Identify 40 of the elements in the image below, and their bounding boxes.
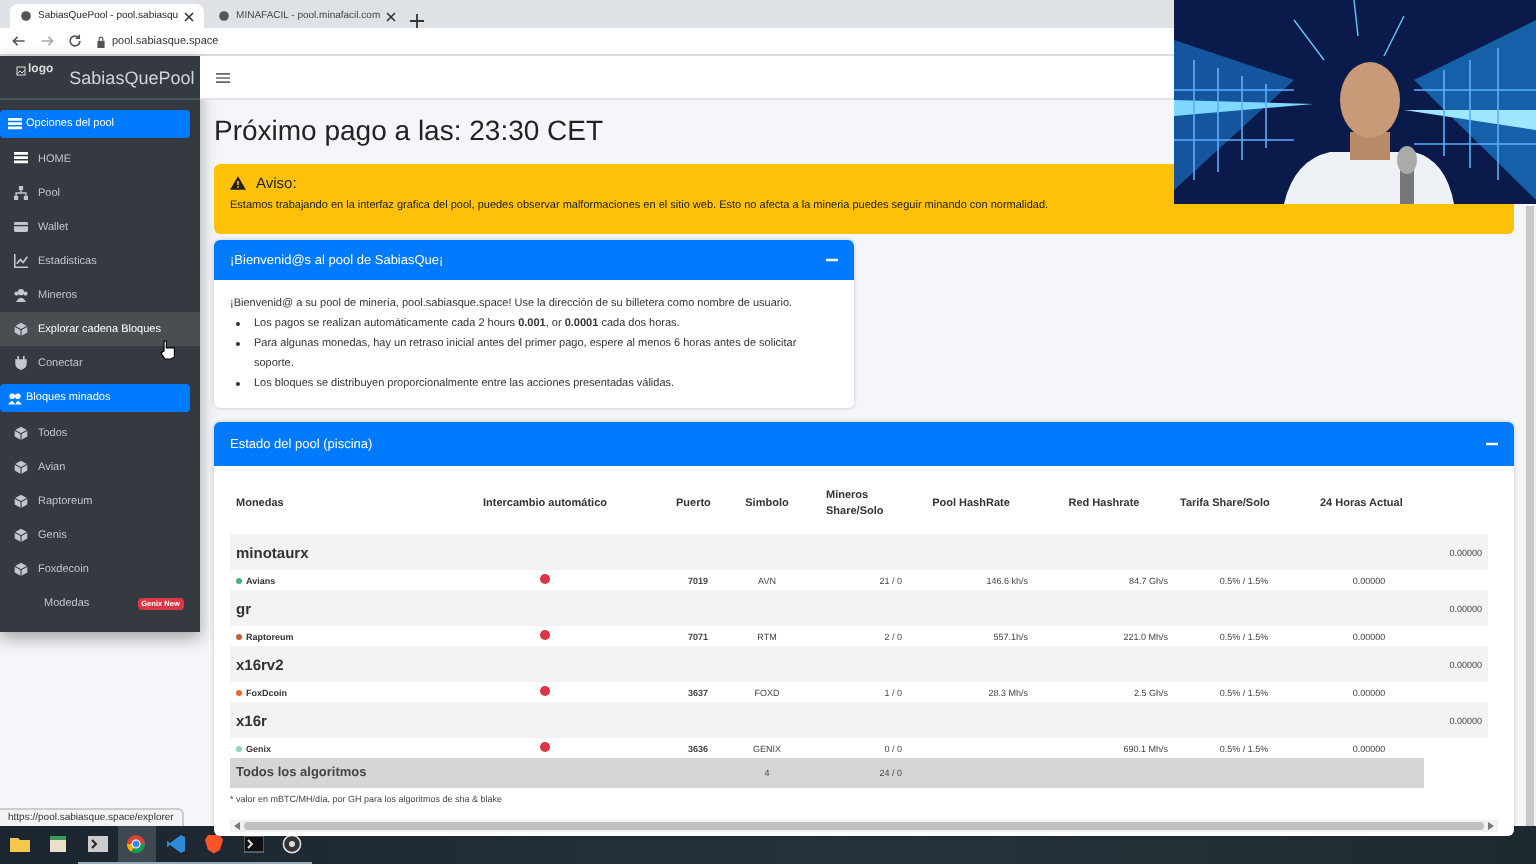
lock-icon	[96, 35, 106, 47]
notepad-icon[interactable]	[48, 834, 69, 854]
cube-icon	[14, 494, 28, 508]
plug-icon	[14, 356, 28, 370]
users-icon	[14, 288, 28, 302]
warning-icon	[230, 176, 246, 190]
page-icon	[20, 10, 32, 22]
menu-icon[interactable]	[216, 71, 230, 83]
list-icon	[14, 152, 28, 166]
scrollbar[interactable]	[1524, 206, 1536, 826]
cursor-icon	[160, 340, 176, 360]
scroll-right-icon[interactable]	[1488, 822, 1494, 830]
broken-image-icon	[16, 65, 26, 75]
cube-icon	[14, 528, 28, 542]
browser-icon[interactable]	[126, 834, 147, 854]
page-icon	[218, 10, 231, 22]
wallet-icon	[14, 220, 28, 234]
record-icon[interactable]	[282, 834, 303, 854]
chart-icon	[14, 254, 28, 268]
new-tab-icon[interactable]	[410, 14, 425, 28]
cube-icon	[14, 460, 28, 474]
folder-icon[interactable]	[9, 834, 30, 854]
code-editor-icon[interactable]	[165, 834, 186, 854]
users-icon	[8, 391, 22, 405]
cube-icon	[14, 562, 28, 576]
terminal-icon[interactable]	[243, 834, 264, 854]
scrollbar[interactable]	[230, 820, 1498, 832]
shield-icon[interactable]	[204, 834, 225, 854]
page-title: Próximo pago a las: 23:30 CET	[214, 114, 606, 146]
back-icon[interactable]	[12, 34, 26, 48]
brand-name: SabiasQuePool	[69, 67, 195, 87]
reload-icon[interactable]	[68, 34, 82, 48]
cube-icon	[14, 322, 28, 336]
list-icon	[8, 117, 22, 131]
close-icon[interactable]	[386, 11, 397, 21]
network-icon	[14, 186, 28, 200]
terminal-icon[interactable]	[87, 834, 108, 854]
close-icon[interactable]	[184, 11, 195, 21]
cube-icon	[14, 426, 28, 440]
scroll-left-icon[interactable]	[234, 822, 240, 830]
